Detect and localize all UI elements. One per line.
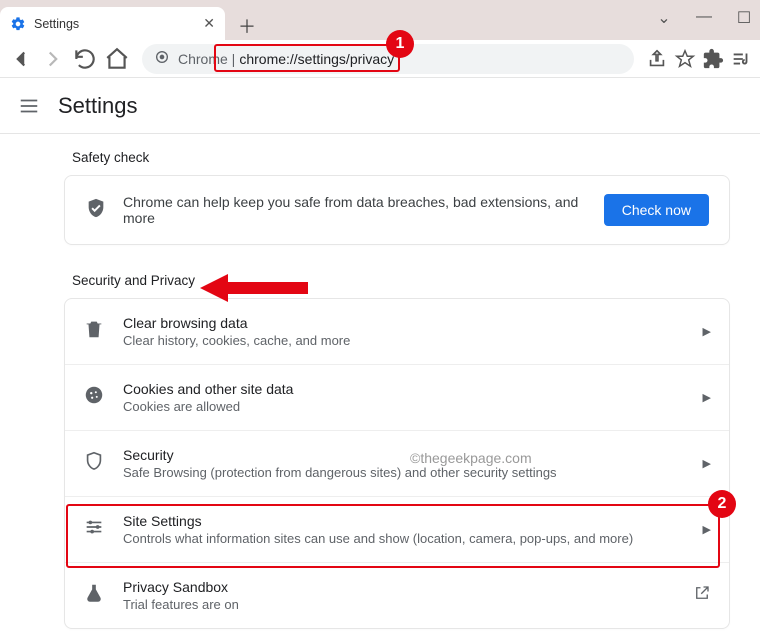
share-icon[interactable] <box>646 48 668 70</box>
tab-strip: Settings ✕ ＋ <box>0 7 261 40</box>
chevron-right-icon: ▶ <box>703 457 711 470</box>
close-icon[interactable]: ✕ <box>203 15 215 32</box>
security-privacy-card: Clear browsing data Clear history, cooki… <box>64 298 730 629</box>
safety-check-card: Chrome can help keep you safe from data … <box>64 175 730 245</box>
dropdown-icon[interactable]: ⌄ <box>654 8 674 28</box>
bookmark-icon[interactable] <box>674 48 696 70</box>
url-path: chrome://settings/privacy <box>239 51 394 67</box>
address-bar[interactable]: Chrome | chrome://settings/privacy <box>142 44 634 74</box>
gear-icon <box>10 16 26 32</box>
shield-outline-icon <box>83 450 105 477</box>
settings-content: Safety check Chrome can help keep you sa… <box>0 134 760 629</box>
tab-title: Settings <box>34 17 203 31</box>
row-title: Clear browsing data <box>123 315 703 331</box>
forward-button[interactable] <box>40 46 66 72</box>
row-title: Security <box>123 447 703 463</box>
row-title: Cookies and other site data <box>123 381 703 397</box>
extensions-icon[interactable] <box>702 48 724 70</box>
shield-icon <box>85 197 107 224</box>
privacy-sandbox-row[interactable]: Privacy Sandbox Trial features are on <box>65 562 729 628</box>
flask-icon <box>83 582 105 609</box>
chevron-right-icon: ▶ <box>703 391 711 404</box>
cookie-icon <box>83 384 105 411</box>
browser-tab[interactable]: Settings ✕ <box>0 7 225 40</box>
maximize-button[interactable]: ☐ <box>734 8 754 28</box>
row-subtitle: Trial features are on <box>123 597 693 612</box>
settings-header: Settings <box>0 78 760 134</box>
cookies-row[interactable]: Cookies and other site data Cookies are … <box>65 364 729 430</box>
site-settings-row[interactable]: Site Settings Controls what information … <box>65 496 729 562</box>
chevron-right-icon: ▶ <box>703 325 711 338</box>
safety-check-text: Chrome can help keep you safe from data … <box>123 194 604 226</box>
trash-icon <box>83 318 105 345</box>
safety-check-label: Safety check <box>64 142 730 175</box>
row-title: Privacy Sandbox <box>123 579 693 595</box>
home-button[interactable] <box>104 46 130 72</box>
clear-browsing-data-row[interactable]: Clear browsing data Clear history, cooki… <box>65 299 729 364</box>
row-subtitle: Cookies are allowed <box>123 399 703 414</box>
site-info-icon <box>154 49 170 68</box>
security-privacy-label: Security and Privacy <box>72 273 195 288</box>
back-button[interactable] <box>8 46 34 72</box>
external-link-icon <box>693 584 711 607</box>
row-subtitle: Clear history, cookies, cache, and more <box>123 333 703 348</box>
page-title: Settings <box>58 93 138 119</box>
check-now-button[interactable]: Check now <box>604 194 709 226</box>
minimize-button[interactable]: — <box>694 8 714 28</box>
sliders-icon <box>83 516 105 543</box>
chevron-right-icon: ▶ <box>703 523 711 536</box>
menu-icon[interactable] <box>18 95 40 117</box>
row-title: Site Settings <box>123 513 703 529</box>
reload-button[interactable] <box>72 46 98 72</box>
row-subtitle: Safe Browsing (protection from dangerous… <box>123 465 703 480</box>
window-titlebar: Settings ✕ ＋ ⌄ — ☐ <box>0 0 760 40</box>
media-control-icon[interactable] <box>730 48 752 70</box>
url-scheme: Chrome | <box>178 51 235 67</box>
row-subtitle: Controls what information sites can use … <box>123 531 703 546</box>
security-row[interactable]: Security Safe Browsing (protection from … <box>65 430 729 496</box>
browser-toolbar: Chrome | chrome://settings/privacy <box>0 40 760 78</box>
window-controls: ⌄ — ☐ <box>654 8 754 28</box>
new-tab-button[interactable]: ＋ <box>233 12 261 40</box>
